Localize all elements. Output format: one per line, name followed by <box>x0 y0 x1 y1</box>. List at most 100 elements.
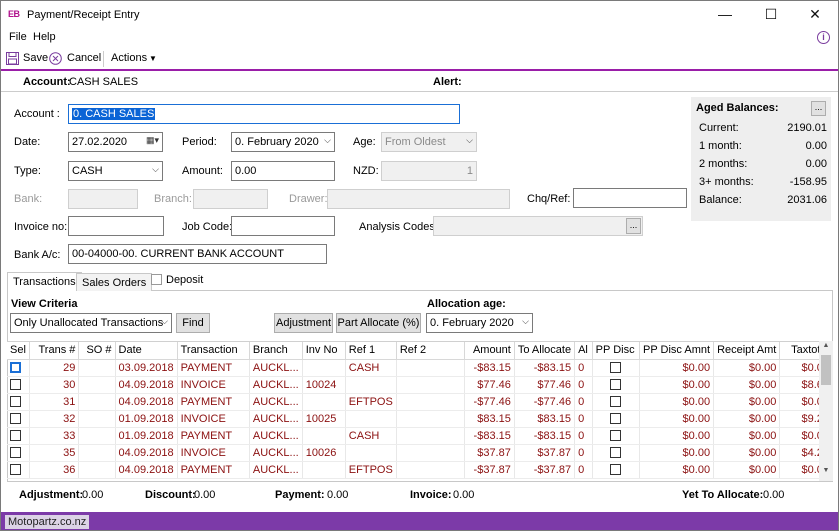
scroll-down-icon[interactable]: ▼ <box>819 467 833 479</box>
chq-ref-input[interactable] <box>573 188 687 208</box>
table-row[interactable]: 33 01.09.2018 PAYMENT AUCKL... CASH -$83.15 -$… <box>7 427 833 445</box>
pp-disc-checkbox[interactable] <box>610 396 622 408</box>
chevron-down-icon[interactable]: ⌵ <box>324 135 331 146</box>
table-row[interactable]: 31 04.09.2018 PAYMENT AUCKL... EFTPOS -$77.46… <box>7 393 833 411</box>
deposit-checkbox[interactable] <box>151 274 162 285</box>
analysis-codes-browse-button[interactable]: ... <box>626 218 641 234</box>
pp-disc-checkbox[interactable] <box>610 464 622 476</box>
tab-transactions[interactable]: Transactions <box>7 272 82 291</box>
col-to-allocate[interactable]: To Allocate <box>514 342 576 360</box>
scroll-up-icon[interactable]: ▲ <box>819 342 833 354</box>
col-so[interactable]: SO # <box>78 342 116 360</box>
date-picker[interactable]: 27.02.2020 ▦▾ <box>68 132 163 152</box>
aged-balances-button[interactable]: ... <box>811 101 826 116</box>
amount-input[interactable]: 0.00 <box>231 161 335 181</box>
table-row[interactable]: 35 04.09.2018 INVOICE AUCKL... 10026 $37.87 $3… <box>7 444 833 462</box>
row-select-checkbox[interactable] <box>10 447 21 459</box>
row-select-checkbox[interactable] <box>10 430 21 442</box>
pp-disc-checkbox[interactable] <box>610 379 622 391</box>
menu-file[interactable]: File <box>9 31 27 43</box>
col-branch[interactable]: Branch <box>249 342 303 360</box>
table-row[interactable]: 29 03.09.2018 PAYMENT AUCKL... CASH -$83.15 -$… <box>7 359 833 377</box>
cell-so <box>78 359 116 377</box>
menu-help[interactable]: Help <box>33 31 56 43</box>
col-amount[interactable]: Amount <box>464 342 515 360</box>
bank-input[interactable] <box>68 189 138 209</box>
nzd-rate-input[interactable]: 1 <box>381 161 477 181</box>
cell-ref1: CASH <box>345 359 397 377</box>
payment-total-value: 0.00 <box>327 489 349 501</box>
tab-sales-orders[interactable]: Sales Orders <box>76 273 153 291</box>
calendar-icon[interactable]: ▦▾ <box>146 135 159 146</box>
col-ref2[interactable]: Ref 2 <box>396 342 466 360</box>
row-select-cell <box>7 359 30 377</box>
row-select-checkbox[interactable] <box>10 362 21 374</box>
cell-branch: AUCKL... <box>249 359 303 377</box>
grid-header-row: Sel Trans # SO # Date Transaction Branch… <box>7 342 833 360</box>
job-code-input[interactable] <box>231 216 335 236</box>
table-row[interactable]: 36 04.09.2018 PAYMENT AUCKL... EFTPOS -$37.87… <box>7 461 833 479</box>
actions-menu[interactable]: Actions <box>111 52 147 64</box>
scroll-thumb[interactable] <box>821 355 831 385</box>
col-pp-disc-amnt[interactable]: PP Disc Amnt <box>639 342 715 360</box>
cell-inv <box>302 393 346 411</box>
branch-input[interactable] <box>193 189 268 209</box>
info-icon[interactable]: i <box>817 31 830 44</box>
row-select-checkbox[interactable] <box>10 396 21 408</box>
account-input[interactable]: 0. CASH SALES <box>68 104 460 124</box>
aged-row-balance: Balance: 2031.06 <box>699 194 827 206</box>
row-select-checkbox[interactable] <box>10 464 21 476</box>
nzd-label: NZD: <box>353 165 379 177</box>
drawer-input[interactable] <box>327 189 510 209</box>
chevron-down-icon[interactable]: ⌵ <box>161 316 168 327</box>
allocation-age-select[interactable]: 0. February 2020 ⌵ <box>426 313 533 333</box>
chevron-down-icon[interactable]: ▼ <box>149 54 157 63</box>
cell-branch: AUCKL... <box>249 461 303 479</box>
row-select-checkbox[interactable] <box>10 413 21 425</box>
age-select[interactable]: From Oldest ⌵ <box>381 132 477 152</box>
pp-disc-checkbox[interactable] <box>610 430 622 442</box>
pp-disc-checkbox[interactable] <box>610 362 622 374</box>
cell-amount: -$83.15 <box>464 359 515 377</box>
analysis-codes-input[interactable] <box>433 216 643 236</box>
col-receipt-amt[interactable]: Receipt Amt <box>713 342 781 360</box>
cell-so <box>78 461 116 479</box>
col-trans[interactable]: Trans # <box>29 342 80 360</box>
cell-branch: AUCKL... <box>249 444 303 462</box>
close-button[interactable]: ✕ <box>792 1 838 29</box>
period-select[interactable]: 0. February 2020 ⌵ <box>231 132 335 152</box>
col-transaction[interactable]: Transaction <box>177 342 250 360</box>
part-allocate-button[interactable]: Part Allocate (%) <box>336 313 421 333</box>
col-ref1[interactable]: Ref 1 <box>345 342 397 360</box>
col-date[interactable]: Date <box>115 342 178 360</box>
cell-receipt: $0.00 <box>713 427 781 445</box>
col-al[interactable]: Al <box>574 342 593 360</box>
table-row[interactable]: 30 04.09.2018 INVOICE AUCKL... 10024 $77.46 $7… <box>7 376 833 394</box>
cell-al: 0 <box>574 461 593 479</box>
bank-ac-input[interactable]: 00-04000-00. CURRENT BANK ACCOUNT <box>68 244 327 264</box>
cell-inv <box>302 427 346 445</box>
col-pp-disc[interactable]: PP Disc <box>592 342 641 360</box>
col-sel[interactable]: Sel <box>7 342 30 360</box>
col-inv-no[interactable]: Inv No <box>302 342 346 360</box>
adjustment-button[interactable]: Adjustment <box>274 313 333 333</box>
maximize-button[interactable]: ☐ <box>748 1 794 29</box>
chevron-down-icon[interactable]: ⌵ <box>152 164 159 175</box>
chevron-down-icon[interactable]: ⌵ <box>466 135 473 146</box>
view-criteria-select[interactable]: Only Unallocated Transactions ⌵ <box>10 313 172 333</box>
save-button[interactable]: Save <box>23 52 48 64</box>
cancel-icon[interactable] <box>49 52 62 65</box>
aged-balances-panel: Aged Balances: ... Current: 2190.01 1 mon… <box>691 97 831 221</box>
pp-disc-checkbox[interactable] <box>610 413 622 425</box>
cancel-button[interactable]: Cancel <box>67 52 101 64</box>
find-button[interactable]: Find <box>176 313 210 333</box>
invoice-no-input[interactable] <box>68 216 164 236</box>
chevron-down-icon[interactable]: ⌵ <box>522 316 529 327</box>
type-select[interactable]: CASH ⌵ <box>68 161 163 181</box>
pp-disc-checkbox[interactable] <box>610 447 622 459</box>
grid-scrollbar[interactable]: ▲ ▼ <box>819 341 833 481</box>
save-icon[interactable] <box>6 52 19 65</box>
row-select-checkbox[interactable] <box>10 379 21 391</box>
minimize-button[interactable]: — <box>702 1 748 29</box>
table-row[interactable]: 32 01.09.2018 INVOICE AUCKL... 10025 $83.15 $8… <box>7 410 833 428</box>
